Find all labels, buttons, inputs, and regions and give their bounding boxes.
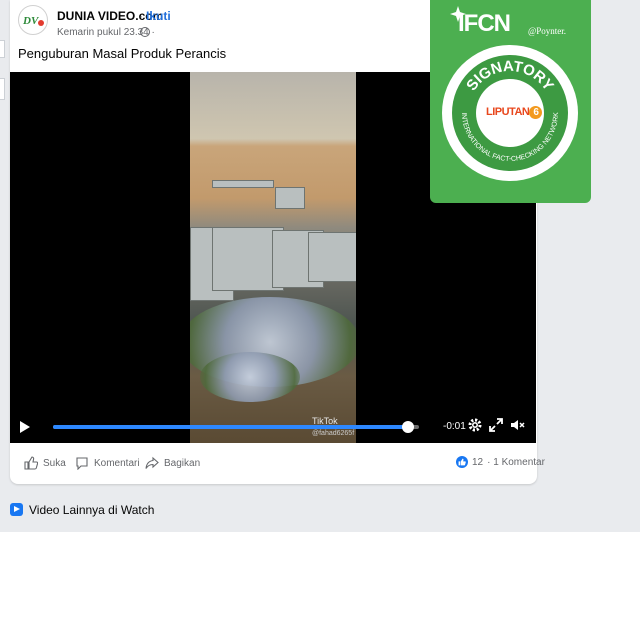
globe-icon [140,27,150,37]
time-remaining: -0:01 [443,421,466,432]
play-icon[interactable] [20,421,30,433]
like-label: Suka [43,457,66,469]
share-icon [145,456,159,469]
progress-bar[interactable] [53,421,419,433]
progress-fill [53,425,409,429]
comments-count[interactable]: · 1 Komentar [487,457,545,468]
thumbs-up-icon [24,456,38,470]
comment-button[interactable]: Komentari [75,456,140,470]
ifcn-signatory-badge: IFCN @Poynter. SIGNATORY INTERNATIONAL F… [430,0,591,203]
badge-seal: SIGNATORY INTERNATIONAL FACT-CHECKING NE… [442,45,578,181]
separator-dot: · [139,9,143,23]
video-frame [190,72,356,443]
avatar-text: DV [22,15,40,27]
share-label: Bagikan [164,457,201,469]
gear-icon[interactable] [467,417,483,433]
sidebar-edge [0,40,5,58]
volume-icon[interactable] [509,417,525,433]
tiktok-user: @fahad6265f [312,430,355,437]
share-button[interactable]: Bagikan [145,456,200,470]
progress-knob[interactable] [402,421,415,433]
logo-text: LIPUTAN [486,106,530,118]
like-reaction-icon [456,456,468,468]
watch-more-link[interactable]: Video Lainnya di Watch [29,503,154,517]
post-caption: Penguburan Masal Produk Perancis [18,46,227,61]
like-button[interactable]: Suka [24,456,66,470]
follow-button[interactable]: Ikuti [146,9,171,23]
scene-pile [200,352,300,402]
seal-center: LIPUTAN 6 [476,79,544,147]
comment-label: Komentari [94,457,140,469]
watch-video-icon [10,503,23,516]
reaction-summary[interactable]: 12 · 1 Komentar [456,456,545,468]
logo-number: 6 [529,106,543,119]
sidebar-edge [0,78,5,100]
badge-title: IFCN [458,10,511,37]
seal-ring: SIGNATORY INTERNATIONAL FACT-CHECKING NE… [452,55,568,171]
liputan6-logo: LIPUTAN 6 [486,106,543,119]
scene-truck [212,180,274,188]
page-avatar[interactable]: DV [18,5,48,35]
badge-poynter: @Poynter. [528,26,567,36]
fullscreen-icon[interactable] [488,417,504,433]
comment-icon [76,457,88,470]
scene-truck [308,232,356,282]
reactions-count: 12 [472,456,484,468]
scene-truck [275,187,305,209]
